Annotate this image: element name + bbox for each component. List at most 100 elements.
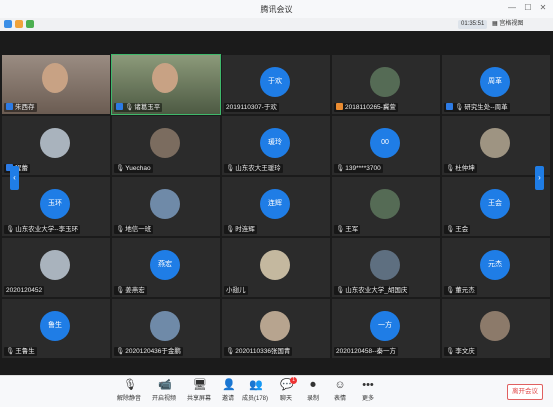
avatar <box>370 67 400 97</box>
avatar: 连辉 <box>260 189 290 219</box>
mic-icon: 🎙 <box>446 226 455 233</box>
mic-icon: 🎙 <box>446 348 455 355</box>
mic-icon: 🎙 <box>455 104 464 111</box>
mute-button[interactable]: 🎙 解除静音 <box>112 379 146 402</box>
mute-label: 解除静音 <box>116 396 141 402</box>
user-role-icon <box>336 103 343 110</box>
participant-tile[interactable]: 🎙李文庆 <box>442 299 550 358</box>
avatar <box>40 250 70 280</box>
leave-meeting-button[interactable]: 离开会议 <box>507 384 543 400</box>
participant-tile[interactable]: 🎙地信一班 <box>112 177 220 236</box>
participant-name-label: 🎙Yuechao <box>114 164 153 173</box>
avatar: 瑗玲 <box>260 128 290 158</box>
minimize-icon[interactable]: — <box>507 3 517 13</box>
participant-name: 王会 <box>455 226 469 233</box>
participant-tile[interactable]: 00 🎙139****3700 <box>332 116 440 175</box>
participant-name-label: 🎙时连辉 <box>224 225 257 234</box>
participant-name: 朱西存 <box>15 104 35 111</box>
mic-icon: 🎙 <box>116 348 125 355</box>
participant-name-label: 🎙董元杰 <box>444 286 477 295</box>
participant-tile[interactable]: 🎙Yuechao <box>112 116 220 175</box>
participant-name-label: 🎙2020110336张国青 <box>224 347 293 356</box>
members-button[interactable]: 👥 成员(178) <box>238 379 272 402</box>
mic-icon: 🎙 <box>226 226 235 233</box>
participant-tile[interactable]: 2020120452 <box>2 238 110 297</box>
participant-tile[interactable]: 王会 🎙王会 <box>442 177 550 236</box>
participant-tile[interactable]: 🎙山东农业大学_胡国庆 <box>332 238 440 297</box>
close-icon[interactable]: ✕ <box>538 3 548 13</box>
mic-icon: 🎙 <box>6 348 15 355</box>
participant-name: 王军 <box>345 226 359 233</box>
participant-name: 2020120458--秦一方 <box>336 348 396 355</box>
avatar: 王会 <box>480 189 510 219</box>
title-bar: 腾讯会议 — ☐ ✕ <box>0 0 553 19</box>
participant-name: 董元杰 <box>455 287 475 294</box>
mic-icon: 🎙 <box>446 287 455 294</box>
participant-tile[interactable]: 🎙诸葛玉平 <box>111 54 221 115</box>
view-mode-label: 宫格视图 <box>499 21 524 27</box>
participant-name: 姜燕宏 <box>125 287 145 294</box>
avatar <box>260 250 290 280</box>
participant-tile[interactable]: 于欢 2019110307-于欢 <box>222 55 330 114</box>
meeting-info-bar: 01:35:51 ▦ 宫格视图 <box>0 18 553 31</box>
avatar <box>150 311 180 341</box>
participant-name: 地信一班 <box>125 226 152 233</box>
prev-page-button[interactable]: ‹ <box>10 166 19 190</box>
participant-tile[interactable]: 🎙杜仲坤 <box>442 116 550 175</box>
members-label: 成员(178) <box>241 396 268 402</box>
participant-tile[interactable]: 鲁生 🎙王鲁生 <box>2 299 110 358</box>
info-icon[interactable] <box>4 20 12 28</box>
participant-tile[interactable]: 🎙2020120436于金鹏 <box>112 299 220 358</box>
participant-tile[interactable]: 连辉 🎙时连辉 <box>222 177 330 236</box>
participant-name: 研究生处--周革 <box>464 104 508 111</box>
more-icon: ••• <box>362 379 374 391</box>
screen-icon: 🖥 <box>193 379 207 391</box>
chevron-right-icon: › <box>538 173 541 182</box>
participant-tile[interactable]: 小翅儿 <box>222 238 330 297</box>
view-mode-button[interactable]: ▦ 宫格视图 <box>492 20 523 29</box>
next-page-button[interactable]: › <box>535 166 544 190</box>
participant-tile[interactable]: 瑗玲 🎙山东农大王瑗玲 <box>222 116 330 175</box>
participant-tile[interactable]: 2018110265-冀萱 <box>332 55 440 114</box>
mic-icon: 🎙 <box>226 165 235 172</box>
record-label: 录制 <box>306 396 319 402</box>
video-button[interactable]: 📹 开启视频 <box>147 379 181 402</box>
participant-name-label: 🎙2020120436于金鹏 <box>114 347 183 356</box>
avatar <box>260 311 290 341</box>
participant-name: 李文庆 <box>455 348 475 355</box>
share-label: 共享屏幕 <box>186 396 211 402</box>
avatar: 元杰 <box>480 250 510 280</box>
record-icon: ⏺ <box>310 379 316 391</box>
participant-name-label: 🎙地信一班 <box>114 225 154 234</box>
participant-name: 2019110307-于欢 <box>226 104 277 111</box>
participant-tile[interactable]: 🎙2020110336张国青 <box>222 299 330 358</box>
participant-tile[interactable]: 元杰 🎙董元杰 <box>442 238 550 297</box>
maximize-icon[interactable]: ☐ <box>523 3 533 13</box>
participant-tile[interactable]: 周革 🎙研究生处--周革 <box>442 55 550 114</box>
mic-icon: 🎙 <box>446 165 455 172</box>
participant-name-label: 🎙杜仲坤 <box>444 164 477 173</box>
mic-icon: 🎙 <box>226 348 235 355</box>
participant-tile[interactable]: 朱西存 <box>2 55 110 114</box>
participant-name: Yuechao <box>125 165 151 172</box>
participant-name-label: 🎙139****3700 <box>334 164 383 173</box>
participant-tile[interactable]: 燕宏 🎙姜燕宏 <box>112 238 220 297</box>
avatar: 玉环 <box>40 189 70 219</box>
participant-tile[interactable]: 🎙王军 <box>332 177 440 236</box>
video-grid: 朱西存 🎙诸葛玉平 于欢 2019110307-于欢 2018110265-冀萱 周革 🎙研… <box>0 31 553 375</box>
chevron-left-icon: ‹ <box>13 173 16 182</box>
toolbar: 🎙 解除静音 📹 开启视频 🖥 共享屏幕 👤 邀请 👥 成员(178) 💬 1 聊天 ⏺ 录制 … <box>0 375 553 407</box>
shield-icon[interactable] <box>26 20 34 28</box>
more-button[interactable]: ••• 更多 <box>351 379 385 402</box>
participant-tile[interactable]: 一方 2020120458--秦一方 <box>332 299 440 358</box>
expression-label: 表情 <box>333 396 346 402</box>
mic-icon: 🎙 <box>116 165 125 172</box>
avatar <box>480 128 510 158</box>
user-role-icon <box>446 103 453 110</box>
meeting-timer: 01:35:51 <box>458 20 488 29</box>
app-title: 腾讯会议 <box>260 5 293 14</box>
signal-icon[interactable] <box>15 20 23 28</box>
participant-name: 山东农业大学--李玉环 <box>15 226 79 233</box>
avatar: 一方 <box>370 311 400 341</box>
participant-name-label: 🎙山东农业大学--李玉环 <box>4 225 81 234</box>
